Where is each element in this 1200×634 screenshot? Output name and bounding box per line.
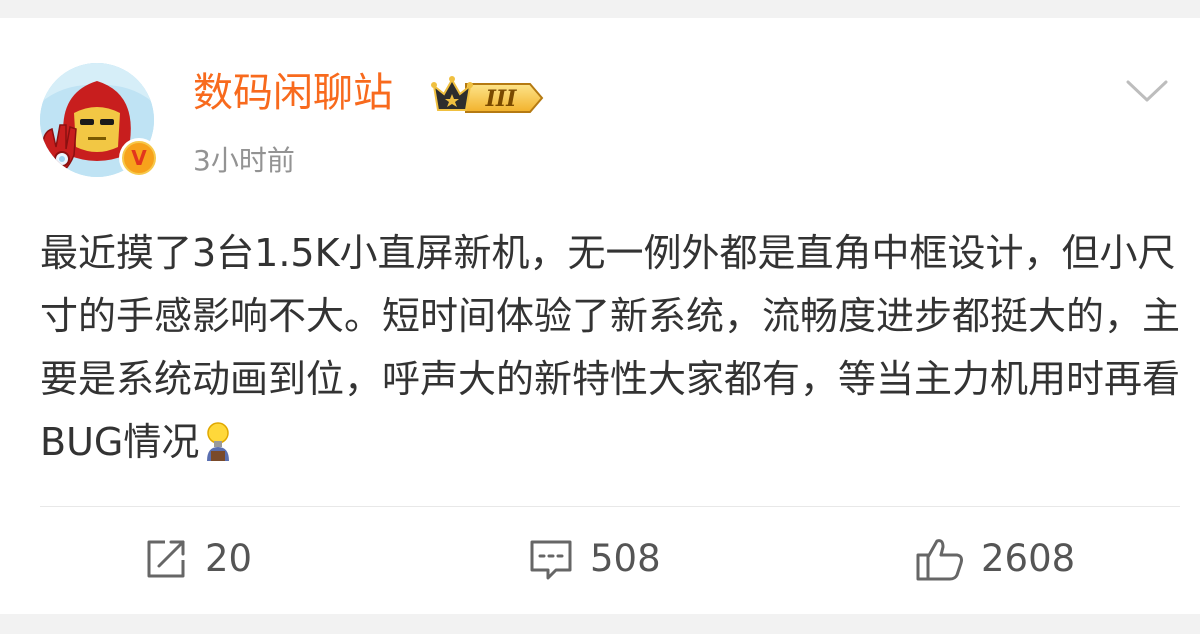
- comment-button[interactable]: 508: [528, 533, 661, 585]
- repost-button[interactable]: 20: [143, 533, 252, 585]
- rank-level-text: III: [485, 86, 518, 112]
- verified-v-icon: V: [122, 141, 156, 175]
- divider: [40, 506, 1180, 507]
- weibo-post-card: V 数码闲聊站 III 3小时前 最近摸了3台1.5K小直屏新机，无一例外都是直…: [0, 18, 1200, 614]
- chevron-down-icon[interactable]: [1124, 74, 1170, 106]
- bulb-emoji-icon: [207, 422, 230, 461]
- comment-count: 508: [590, 537, 661, 580]
- thumbs-up-icon: [916, 539, 963, 581]
- member-rank-badge[interactable]: III: [430, 72, 546, 116]
- like-count: 2608: [981, 537, 1076, 580]
- comment-icon: [530, 540, 572, 580]
- like-button[interactable]: 2608: [915, 533, 1075, 585]
- post-content: 最近摸了3台1.5K小直屏新机，无一例外都是直角中框设计，但小尺寸的手感影响不大…: [40, 222, 1180, 474]
- repost-icon: [147, 540, 185, 578]
- username[interactable]: 数码闲聊站: [193, 69, 393, 117]
- post-time: 3小时前: [193, 144, 295, 177]
- verified-badge: V: [119, 138, 159, 178]
- repost-count: 20: [205, 537, 253, 580]
